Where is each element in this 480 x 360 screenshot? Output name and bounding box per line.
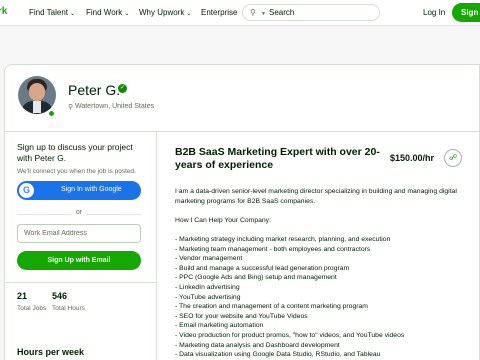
- email-field[interactable]: [17, 224, 141, 243]
- online-status-icon: [47, 109, 56, 118]
- chevron-down-icon: ⌄: [70, 11, 76, 17]
- profile-main: B2B SaaS Marketing Expert with over 20-y…: [157, 132, 480, 360]
- login-link[interactable]: Log In: [423, 8, 445, 17]
- signup-button[interactable]: Sign: [452, 3, 480, 22]
- description-line: - Data visualization using Google Data S…: [175, 351, 381, 359]
- total-jobs-value: 21: [17, 291, 28, 301]
- chevron-down-icon: ⌄: [186, 11, 192, 17]
- profile-description: I am a data-driven senior-level marketin…: [175, 187, 475, 360]
- total-jobs-label: Total Jobs: [17, 305, 47, 312]
- profile-title: B2B SaaS Marketing Expert with over 20-y…: [175, 146, 380, 171]
- verified-icon: ✓: [118, 84, 127, 93]
- upwork-logo[interactable]: rk: [0, 6, 7, 17]
- description-line: - Build and manage a successful lead gen…: [175, 264, 350, 272]
- link-icon[interactable]: ☍: [444, 149, 462, 167]
- signup-heading: Sign up to discuss your project with Pet…: [17, 142, 133, 163]
- hourly-rate: $150.00/hr: [390, 153, 435, 163]
- nav-why-upwork[interactable]: Why Upwork ⌄: [139, 8, 191, 17]
- description-gap: [175, 206, 475, 216]
- description-line: How I Can Help Your Company:: [175, 216, 271, 224]
- google-icon: G: [19, 183, 34, 198]
- description-gap: [175, 225, 475, 235]
- top-navigation: rk Find Talent⌄ Find Work⌄ Why Upwork⌄ E…: [0, 0, 480, 26]
- nav-find-talent[interactable]: Find Talent ⌄: [29, 8, 75, 17]
- description-line: - Email marketing automation: [175, 322, 264, 330]
- chevron-down-icon: ⌄: [124, 11, 130, 17]
- description-line: - LinkedIn advertising: [175, 283, 240, 291]
- total-hours-label: Total Hours: [52, 305, 85, 312]
- chevron-down-icon[interactable]: ▼: [261, 11, 266, 17]
- email-signup-button[interactable]: Sign Up with Email: [17, 251, 141, 270]
- description-line: - Marketing strategy including market re…: [175, 235, 391, 243]
- description-line: - Marketing team management - both emplo…: [175, 245, 371, 253]
- hours-per-week-heading: Hours per week: [17, 347, 85, 357]
- google-signin-button[interactable]: G Sign In with Google: [17, 181, 141, 200]
- description-line: - SEO for your website and YouTube Video…: [175, 312, 308, 320]
- freelancer-name: Peter G.: [68, 82, 121, 98]
- search-input[interactable]: [269, 8, 369, 17]
- profile-card: Peter G. ✓ ⚲ Watertown, United States Si…: [4, 64, 480, 360]
- total-hours-value: 546: [52, 291, 68, 301]
- location-text: Watertown, United States: [75, 103, 155, 110]
- nav-enterprise[interactable]: Enterprise: [201, 8, 237, 17]
- search-bar: ⚲ ▼: [242, 4, 380, 21]
- profile-header: Peter G. ✓ ⚲ Watertown, United States: [5, 65, 480, 132]
- description-line: I am a data-driven senior-level marketin…: [175, 188, 457, 205]
- description-line: - YouTube advertising: [175, 293, 241, 301]
- description-line: - Video production for product promos, "…: [175, 331, 405, 339]
- description-line: - The creation and management of a conte…: [175, 303, 368, 311]
- location-pin-icon: ⚲: [68, 104, 74, 111]
- signup-sidebar: Sign up to discuss your project with Pet…: [5, 132, 157, 360]
- search-icon[interactable]: ⚲: [250, 8, 256, 17]
- nav-find-work[interactable]: Find Work ⌄: [86, 8, 129, 17]
- description-line: - Marketing data analysis and Dashboard …: [175, 341, 340, 349]
- or-separator: or: [72, 209, 86, 216]
- signup-subtext: We'll connect you when the job is posted…: [17, 168, 136, 175]
- divider: [5, 282, 156, 283]
- description-line: - Vendor management: [175, 255, 243, 263]
- description-line: - PPC (Google Ads and Bing) setup and ma…: [175, 274, 337, 282]
